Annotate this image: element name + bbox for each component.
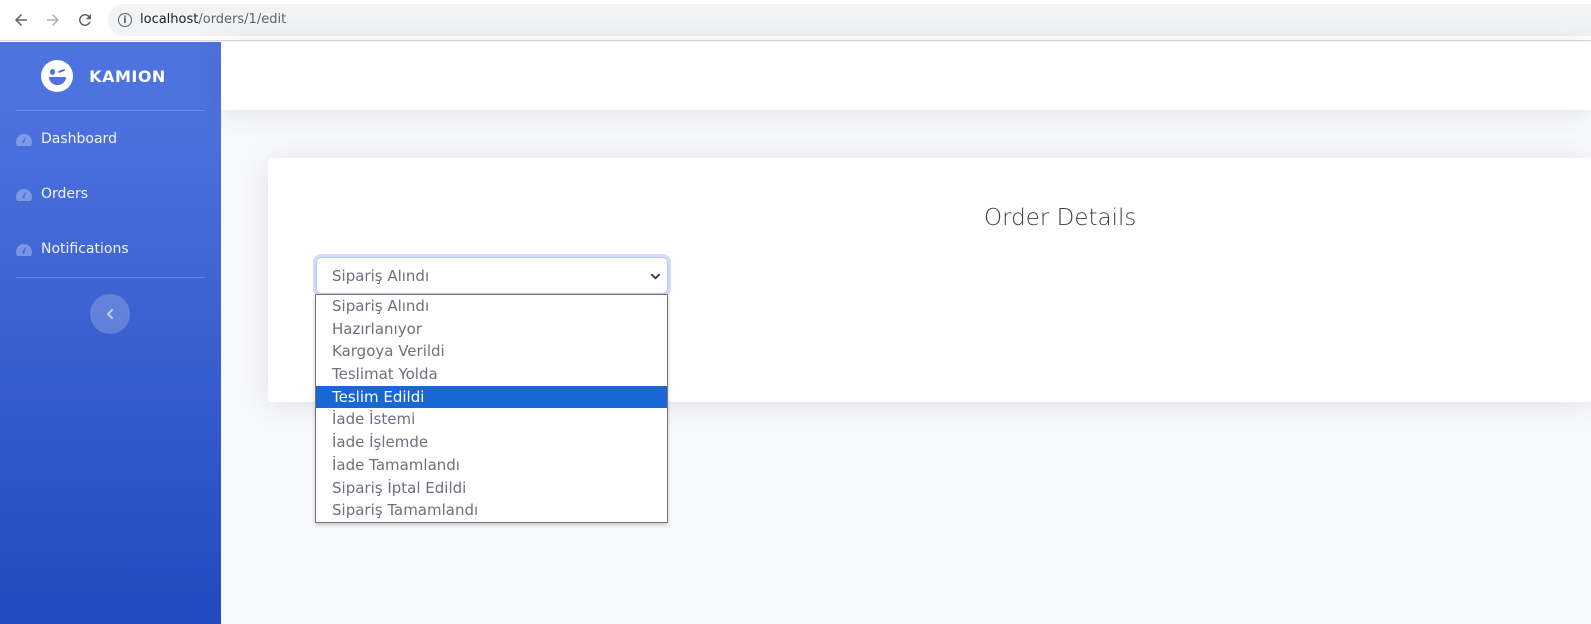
brand-name: KAMION [89, 66, 166, 86]
dropdown-option-highlighted[interactable]: Teslim Edildi [316, 385, 667, 409]
tachometer-icon [16, 188, 32, 201]
sidebar-item-dashboard[interactable]: Dashboard [16, 127, 117, 151]
select-value: Sipariş Alındı [332, 267, 430, 285]
back-arrow-icon[interactable] [10, 9, 32, 31]
sidebar: KAMION Dashboard Orders Notifications [0, 42, 221, 624]
sidebar-item-label: Notifications [41, 241, 129, 257]
dropdown-option[interactable]: Hazırlanıyor [316, 318, 667, 341]
dropdown-option[interactable]: Sipariş Tamamlandı [316, 499, 667, 522]
dropdown-option[interactable]: İade İstemi [316, 408, 667, 431]
sidebar-item-label: Dashboard [41, 131, 117, 147]
info-icon[interactable]: i [118, 13, 132, 27]
topbar [221, 42, 1591, 110]
dropdown-option[interactable]: İade İşlemde [316, 431, 667, 454]
dropdown-option[interactable]: Kargoya Verildi [316, 340, 667, 363]
chevron-down-icon [650, 271, 661, 282]
forward-arrow-icon[interactable] [42, 9, 64, 31]
dropdown-option[interactable]: Sipariş Alındı [316, 295, 667, 318]
order-status-select[interactable]: Sipariş Alındı [316, 257, 668, 294]
sidebar-toggle-button[interactable] [90, 294, 130, 334]
sidebar-divider [16, 277, 205, 278]
chevron-left-icon [107, 309, 113, 319]
browser-toolbar: i localhost/orders/1/edit [0, 0, 1591, 41]
url-host: localhost [140, 12, 199, 27]
laugh-wink-icon [41, 60, 74, 92]
reload-icon[interactable] [74, 9, 96, 31]
sidebar-item-label: Orders [41, 186, 89, 202]
dropdown-option[interactable]: Teslimat Yolda [316, 363, 667, 386]
dropdown-option[interactable]: İade Tamamlandı [316, 454, 667, 477]
url-text[interactable]: localhost/orders/1/edit [140, 12, 286, 27]
dropdown-option[interactable]: Sipariş İptal Edildi [316, 477, 667, 500]
sidebar-divider [16, 110, 205, 111]
url-path: /orders/1/edit [198, 12, 287, 27]
order-status-dropdown: Sipariş Alındı Hazırlanıyor Kargoya Veri… [315, 294, 668, 523]
sidebar-item-notifications[interactable]: Notifications [16, 237, 129, 261]
address-bar[interactable]: i localhost/orders/1/edit [108, 4, 1591, 36]
tachometer-icon [16, 243, 32, 256]
page-title: Order Details [984, 205, 1137, 231]
sidebar-item-orders[interactable]: Orders [16, 182, 88, 206]
sidebar-brand[interactable]: KAMION [0, 42, 221, 110]
tachometer-icon [16, 133, 32, 146]
